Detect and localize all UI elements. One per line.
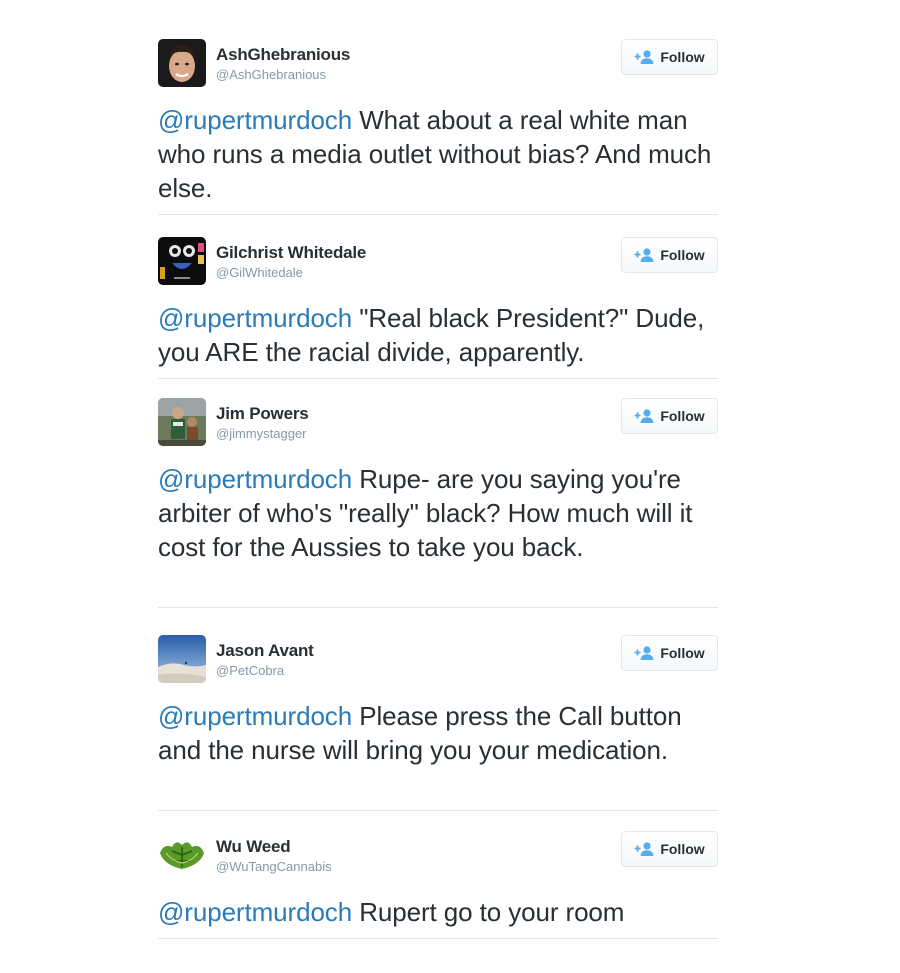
user-names: Gilchrist Whitedale @GilWhitedale xyxy=(216,243,366,282)
user-handle[interactable]: @jimmystagger xyxy=(216,425,309,443)
user-names: AshGhebranious @AshGhebranious xyxy=(216,45,350,84)
tweet: Jason Avant @PetCobra Follow @rupertmurd… xyxy=(158,635,718,811)
add-user-icon xyxy=(634,842,654,856)
avatar[interactable] xyxy=(158,39,206,87)
follow-button[interactable]: Follow xyxy=(621,635,718,671)
add-user-icon xyxy=(634,248,654,262)
user-fullname[interactable]: Gilchrist Whitedale xyxy=(216,243,366,263)
user-names: Jason Avant @PetCobra xyxy=(216,641,314,680)
avatar[interactable] xyxy=(158,635,206,683)
tweet-text: @rupertmurdoch Rupert go to your room xyxy=(158,895,718,929)
follow-button[interactable]: Follow xyxy=(621,39,718,75)
follow-label: Follow xyxy=(660,49,705,65)
tweet-text: @rupertmurdoch What about a real white m… xyxy=(158,103,718,205)
mention-link[interactable]: @rupertmurdoch xyxy=(158,701,352,731)
follow-label: Follow xyxy=(660,645,705,661)
tweet-body: Rupert go to your room xyxy=(352,897,625,927)
user-names: Jim Powers @jimmystagger xyxy=(216,404,309,443)
user-names: Wu Weed @WuTangCannabis xyxy=(216,837,332,876)
tweet: Jim Powers @jimmystagger Follow @rupertm… xyxy=(158,398,718,608)
user-handle[interactable]: @AshGhebranious xyxy=(216,66,350,84)
follow-button[interactable]: Follow xyxy=(621,398,718,434)
follow-label: Follow xyxy=(660,247,705,263)
avatar[interactable] xyxy=(158,398,206,446)
follow-label: Follow xyxy=(660,408,705,424)
avatar[interactable] xyxy=(158,831,206,879)
follow-button[interactable]: Follow xyxy=(621,237,718,273)
user-handle[interactable]: @PetCobra xyxy=(216,662,314,680)
tweet: Wu Weed @WuTangCannabis Follow @rupertmu… xyxy=(158,831,718,939)
add-user-icon xyxy=(634,50,654,64)
user-fullname[interactable]: Jim Powers xyxy=(216,404,309,424)
tweet-text: @rupertmurdoch "Real black President?" D… xyxy=(158,301,718,369)
mention-link[interactable]: @rupertmurdoch xyxy=(158,105,352,135)
user-fullname[interactable]: Jason Avant xyxy=(216,641,314,661)
mention-link[interactable]: @rupertmurdoch xyxy=(158,464,352,494)
mention-link[interactable]: @rupertmurdoch xyxy=(158,897,352,927)
user-handle[interactable]: @GilWhitedale xyxy=(216,264,366,282)
tweet: AshGhebranious @AshGhebranious Follow @r… xyxy=(158,39,718,215)
add-user-icon xyxy=(634,409,654,423)
follow-label: Follow xyxy=(660,841,705,857)
avatar[interactable] xyxy=(158,237,206,285)
tweet: Gilchrist Whitedale @GilWhitedale Follow… xyxy=(158,237,718,379)
follow-button[interactable]: Follow xyxy=(621,831,718,867)
tweet-text: @rupertmurdoch Please press the Call but… xyxy=(158,699,718,767)
add-user-icon xyxy=(634,646,654,660)
mention-link[interactable]: @rupertmurdoch xyxy=(158,303,352,333)
user-fullname[interactable]: Wu Weed xyxy=(216,837,332,857)
user-fullname[interactable]: AshGhebranious xyxy=(216,45,350,65)
user-handle[interactable]: @WuTangCannabis xyxy=(216,858,332,876)
tweet-text: @rupertmurdoch Rupe- are you saying you'… xyxy=(158,462,718,564)
